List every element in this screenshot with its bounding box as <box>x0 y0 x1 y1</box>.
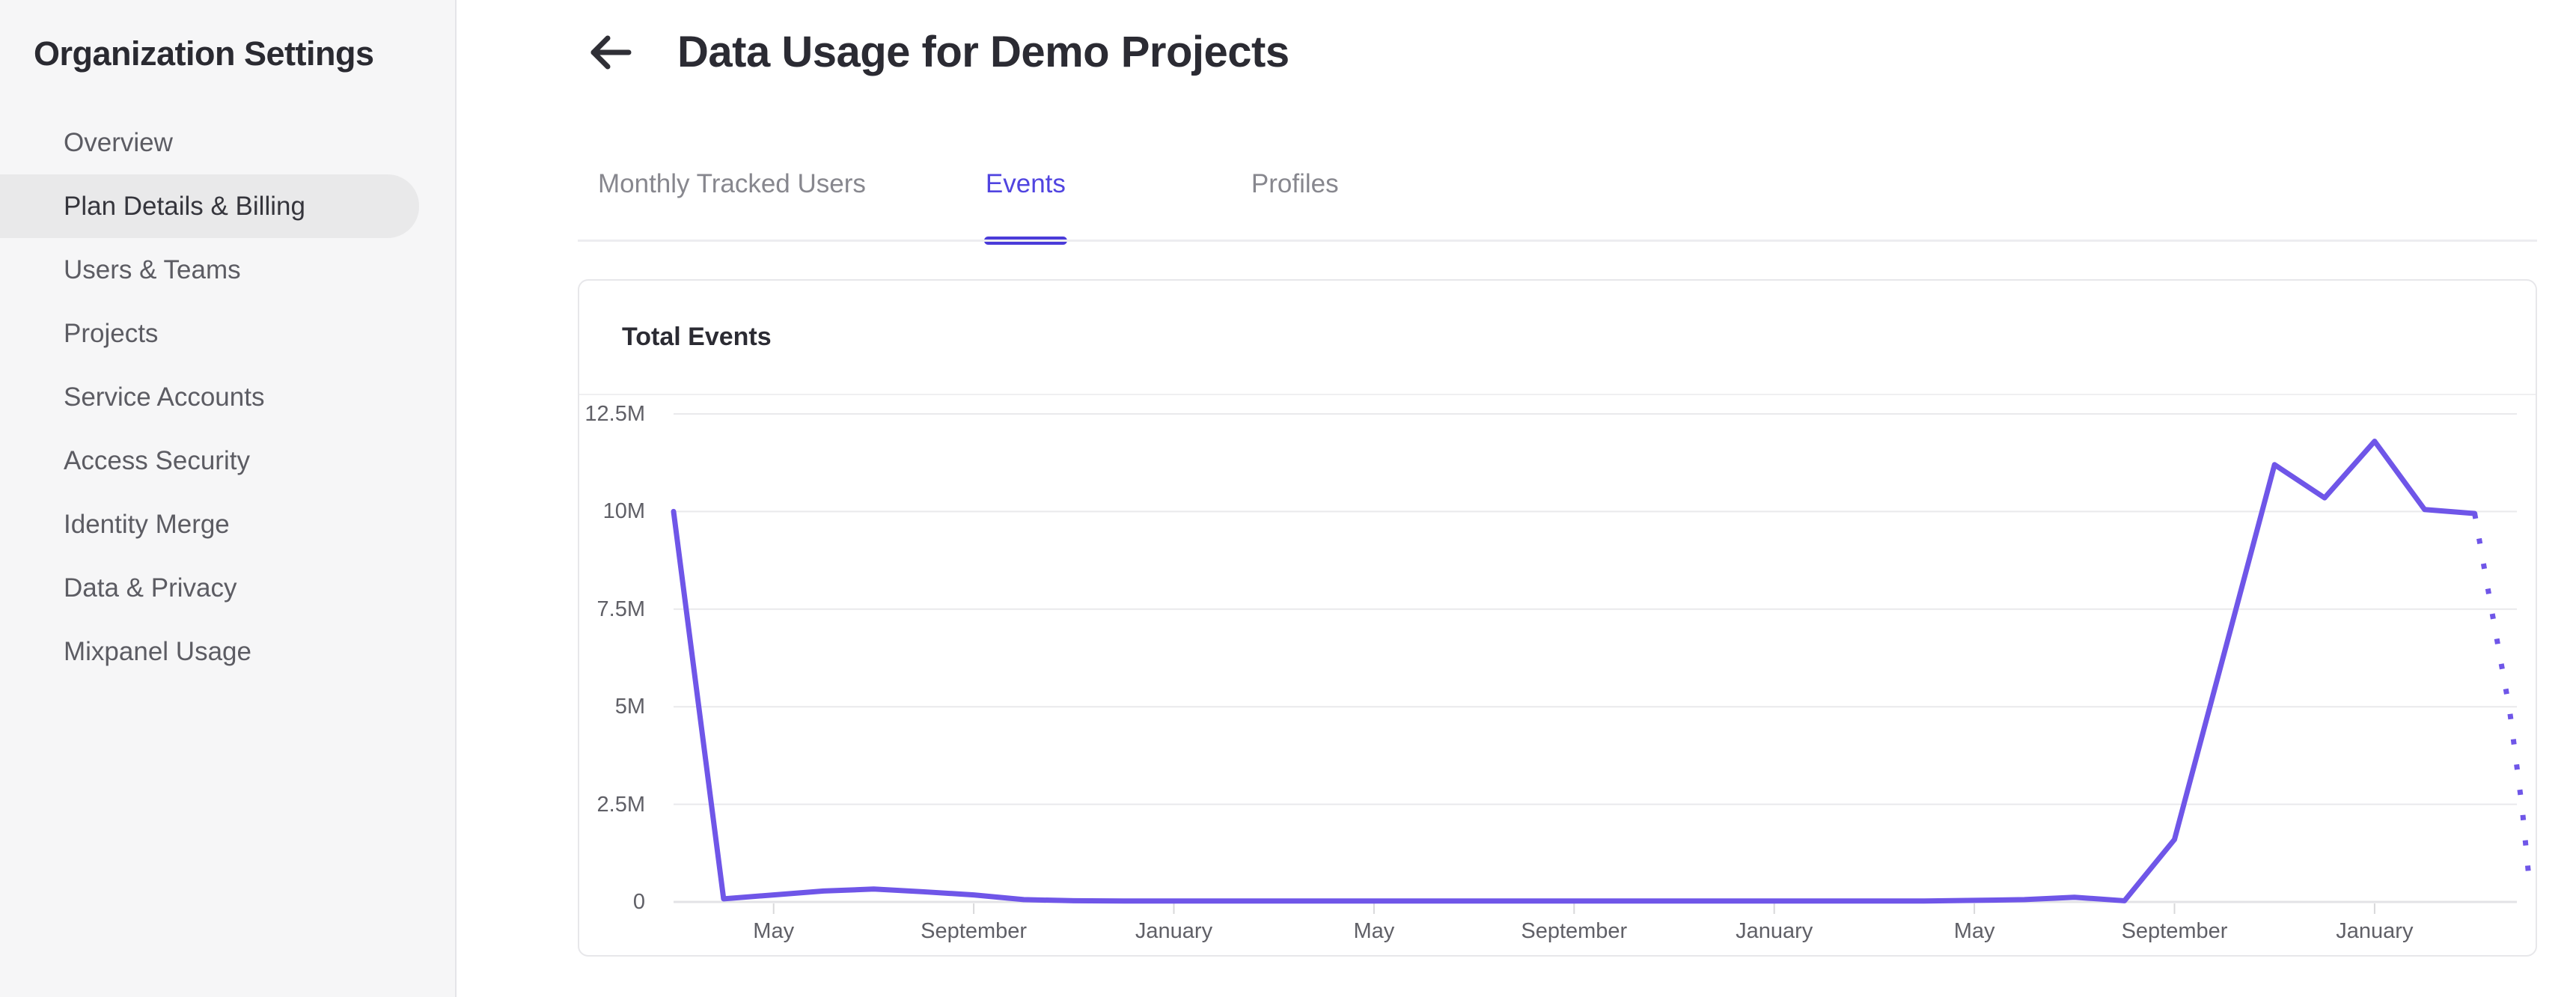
sidebar-item-data-privacy[interactable]: Data & Privacy <box>0 556 419 620</box>
card-header: Total Events <box>579 281 2536 395</box>
tab-profiles[interactable]: Profiles <box>1251 169 1339 241</box>
sidebar-item-identity-merge[interactable]: Identity Merge <box>0 493 419 556</box>
sidebar: Organization Settings Overview Plan Detai… <box>0 0 457 997</box>
sidebar-item-service-accounts[interactable]: Service Accounts <box>0 365 419 429</box>
sidebar-item-plan-details-billing[interactable]: Plan Details & Billing <box>0 174 419 238</box>
tabs-divider <box>578 240 2537 242</box>
page-title: Data Usage for Demo Projects <box>677 28 1289 76</box>
sidebar-nav: Overview Plan Details & Billing Users & Te… <box>0 111 457 683</box>
total-events-line[interactable] <box>671 439 2478 904</box>
sidebar-title: Organization Settings <box>34 34 374 73</box>
chart-canvas[interactable] <box>579 395 2534 955</box>
events-chart[interactable]: 12.5M 10M 7.5M 5M 2.5M 0 May September January Ma… <box>579 395 2534 955</box>
tabs-row: Monthly Tracked Users Events Profiles <box>598 169 1339 245</box>
back-button[interactable] <box>587 33 634 72</box>
total-events-card: Total Events 12.5M 10M 7.5M 5M 2.5M 0 May Septe… <box>578 279 2537 957</box>
sidebar-item-projects[interactable]: Projects <box>0 302 419 365</box>
sidebar-item-overview[interactable]: Overview <box>0 111 419 174</box>
org-settings-page: Organization Settings Overview Plan Detai… <box>0 0 2576 997</box>
tab-monthly-tracked-users[interactable]: Monthly Tracked Users <box>598 169 866 241</box>
arrow-left-icon <box>587 35 634 75</box>
card-title: Total Events <box>622 323 772 351</box>
sidebar-item-users-teams[interactable]: Users & Teams <box>0 238 419 302</box>
projected-events-dotted-line[interactable] <box>2472 513 2533 887</box>
sidebar-item-mixpanel-usage[interactable]: Mixpanel Usage <box>0 620 419 683</box>
tab-events[interactable]: Events <box>984 169 1067 245</box>
sidebar-item-access-security[interactable]: Access Security <box>0 429 419 493</box>
